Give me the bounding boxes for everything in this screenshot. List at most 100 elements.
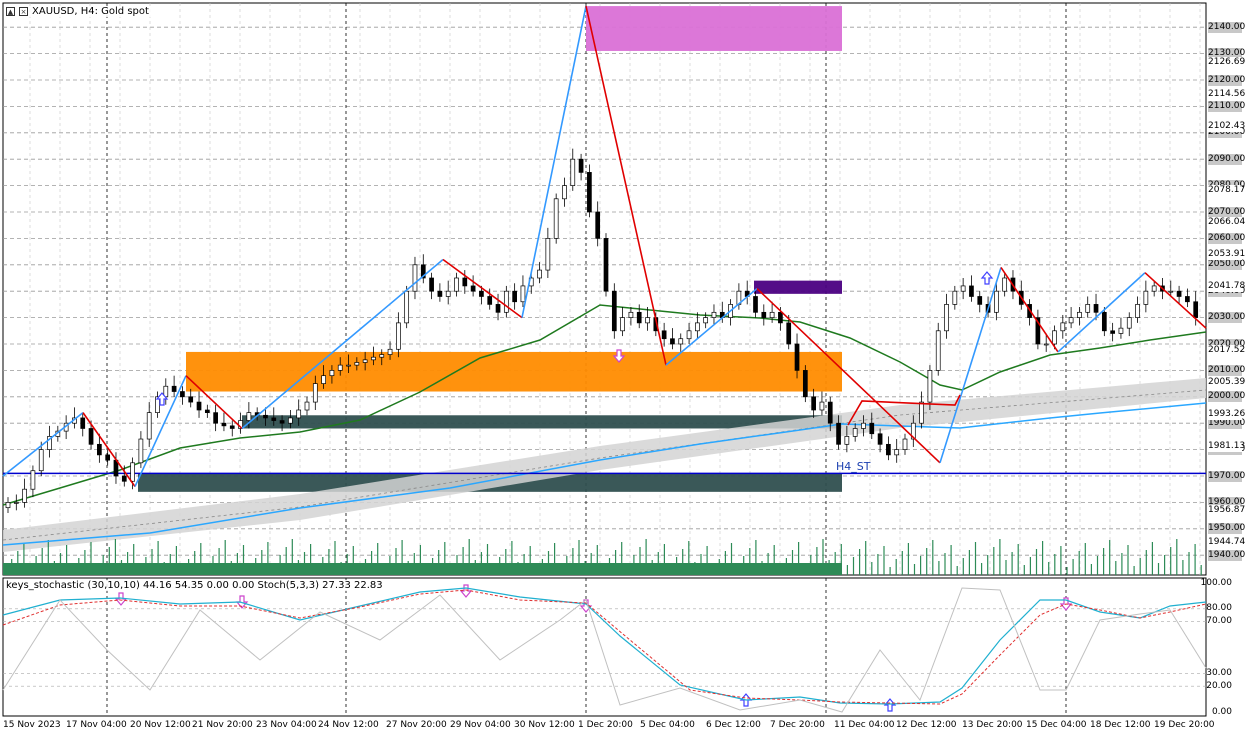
osc-panel-frame <box>2 577 1207 717</box>
candle-body <box>346 364 351 367</box>
volume-bar <box>852 557 855 575</box>
candle-body <box>429 277 434 292</box>
volume-base <box>3 563 842 575</box>
candle-body <box>553 198 559 239</box>
candle-body <box>960 285 966 292</box>
price-scale-label: 2066.04 <box>1208 216 1246 228</box>
price-scale-label: 1993.26 <box>1208 409 1246 421</box>
volume-bar <box>1042 541 1044 575</box>
time-axis-label: 23 Nov 04:00 <box>256 720 317 730</box>
volume-bar <box>956 566 958 575</box>
time-axis-label: 29 Nov 04:00 <box>450 720 511 730</box>
time-axis-label: 20 Nov 12:00 <box>130 720 191 730</box>
candle-body <box>503 290 509 313</box>
candle-body <box>1110 330 1115 334</box>
candle-body <box>578 158 584 173</box>
candle-body <box>678 338 684 345</box>
price-scale-label: 2053.91 <box>1208 248 1246 260</box>
candle-body <box>562 185 567 200</box>
window-icon[interactable]: × <box>19 7 28 16</box>
candle-body <box>138 438 144 464</box>
volume-bar <box>993 547 995 575</box>
zigzag-up-segment <box>134 375 187 487</box>
volume-bar <box>999 539 1001 575</box>
candle-body <box>761 311 767 318</box>
zigzag-up-segment <box>521 5 587 318</box>
volume-bar <box>1084 543 1086 575</box>
time-axis-label: 6 Dec 12:00 <box>706 720 761 730</box>
candle-body <box>802 370 808 398</box>
candle-body <box>902 438 908 450</box>
candle-body <box>611 290 617 332</box>
candle-body <box>22 488 27 503</box>
candle-body <box>1068 317 1074 324</box>
volume-bar <box>859 549 861 575</box>
price-scale-label: 1956.87 <box>1208 505 1246 517</box>
time-axis-label: 5 Dec 04:00 <box>640 720 695 730</box>
candle-body <box>545 238 551 271</box>
candle-body <box>1060 322 1066 332</box>
time-axis-label: 18 Dec 12:00 <box>1090 720 1151 730</box>
volume-bar <box>1164 555 1166 575</box>
symbol-header: ▲ × XAUUSD, H4: Gold spot <box>4 6 151 17</box>
st-label: H4_ST <box>836 460 871 473</box>
price-chart[interactable] <box>0 0 1256 734</box>
volume-bar <box>1127 545 1129 575</box>
price-level-label: 1950.00 <box>1208 523 1246 535</box>
candle-body <box>171 385 177 392</box>
chart-svg[interactable] <box>0 0 1256 734</box>
candle-body <box>396 322 401 350</box>
volume-bar <box>1066 567 1068 575</box>
candle-body <box>537 269 542 279</box>
candle-body <box>512 290 517 303</box>
candle-body <box>454 277 459 292</box>
candle-body <box>312 383 318 403</box>
price-scale-label: 2078.17 <box>1208 184 1246 196</box>
candle-body <box>404 290 410 324</box>
candle-body <box>371 356 376 361</box>
candle-body <box>977 296 983 305</box>
candle-body <box>661 330 667 340</box>
osc-scale-label: 30.00 <box>1206 667 1232 678</box>
candle-body <box>1101 311 1107 332</box>
volume-bar <box>901 551 903 575</box>
price-scale-label: 2114.56 <box>1208 88 1246 100</box>
price-level-label: 2090.00 <box>1208 153 1246 165</box>
candle-body <box>1093 304 1099 313</box>
collapse-icon[interactable]: ▲ <box>6 7 15 16</box>
candle-body <box>221 422 227 427</box>
time-axis-label: 13 Dec 20:00 <box>962 720 1023 730</box>
volume-bar <box>987 555 989 575</box>
candle-body <box>288 417 293 424</box>
time-axis-label: 15 Nov 2023 <box>3 720 61 730</box>
candle-body <box>686 330 692 340</box>
osc-scale-label: 20.00 <box>1206 680 1232 691</box>
candle-body <box>827 401 833 424</box>
candle-body <box>844 436 850 445</box>
volume-bar <box>1188 552 1190 575</box>
osc-arrow-up-icon <box>883 698 897 712</box>
candle-body <box>1002 277 1008 292</box>
volume-bar <box>1005 560 1007 575</box>
candle-body <box>1126 317 1132 329</box>
candle-body <box>13 502 19 504</box>
candle-body <box>1077 311 1082 318</box>
volume-bar <box>1115 561 1117 575</box>
time-axis-label: 1 Dec 20:00 <box>578 720 633 730</box>
time-axis-label: 15 Dec 04:00 <box>1026 720 1087 730</box>
volume-bar <box>1121 553 1123 575</box>
volume-bar <box>871 562 873 575</box>
volume-bar <box>950 545 952 575</box>
candle-body <box>38 449 44 472</box>
volume-bar <box>932 540 934 575</box>
indicator-label: keys_stochastic (30,10,10) 44.16 54.35 0… <box>4 580 385 591</box>
volume-bar <box>1048 562 1050 575</box>
volume-bar <box>1109 540 1111 575</box>
candle-body <box>213 412 218 424</box>
candle-body <box>88 428 94 445</box>
price-scale-label: 2005.39 <box>1208 377 1246 389</box>
candle-body <box>794 343 800 371</box>
candle-body <box>437 290 443 297</box>
time-axis-label: 12 Dec 12:00 <box>896 720 957 730</box>
candle-body <box>786 322 792 345</box>
